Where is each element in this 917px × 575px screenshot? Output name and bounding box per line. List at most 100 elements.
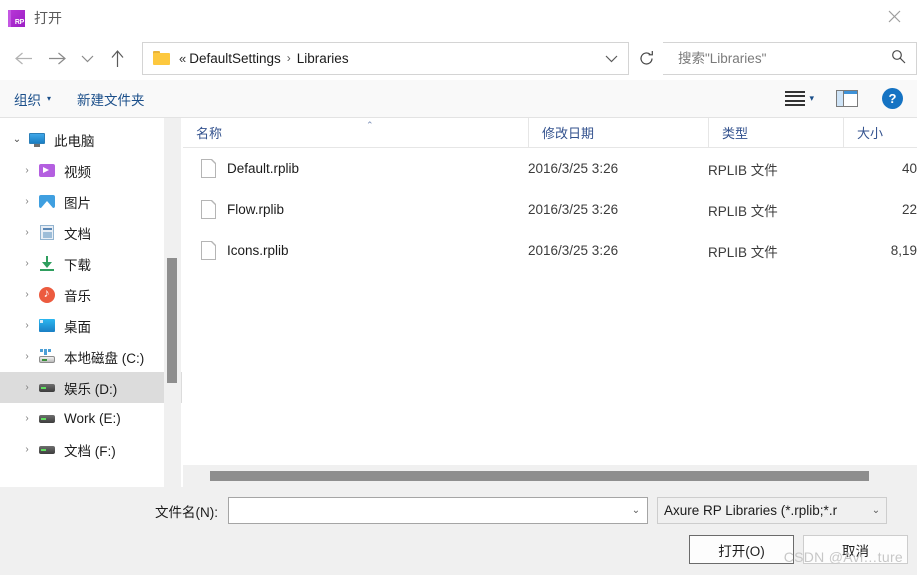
sidebar-item-pictures[interactable]: › 图片 [0,186,182,217]
expander-icon[interactable]: ⌄ [6,134,28,145]
preview-pane-icon[interactable] [836,90,858,107]
chevron-down-icon[interactable]: ⌄ [625,505,647,516]
file-icon [201,240,217,260]
refresh-icon[interactable] [629,42,663,75]
scrollbar-thumb[interactable] [210,471,869,481]
sidebar-item-label: 文档 [64,226,91,242]
expander-icon[interactable]: › [16,196,38,207]
sidebar-item-label: 音乐 [64,288,91,304]
sidebar-item-videos[interactable]: › 视频 [0,155,182,186]
help-icon[interactable]: ? [882,88,903,109]
address-dropdown-icon[interactable] [594,43,628,74]
file-name-label: Icons.rplib [227,243,289,258]
sidebar-item-label: 下载 [64,257,91,273]
sort-ascending-icon: ⌃ [366,119,374,130]
expander-icon[interactable]: › [16,413,38,424]
filename-label: 文件名(N): [155,504,218,520]
column-header-size[interactable]: 大小 [843,117,917,148]
folder-icon [153,51,170,65]
file-type-filter-value: Axure RP Libraries (*.rplib;*.r [664,503,838,518]
breadcrumb-item-defaultsettings[interactable]: DefaultSettings [189,51,281,66]
cancel-button[interactable]: 取消 [803,535,908,564]
recent-locations-button[interactable] [74,41,100,75]
expander-icon[interactable]: › [16,444,38,455]
expander-icon[interactable]: › [16,227,38,238]
table-row[interactable]: Icons.rplib 2016/3/25 3:26 RPLIB 文件 8,19 [183,230,917,271]
table-row[interactable]: Flow.rplib 2016/3/25 3:26 RPLIB 文件 22 [183,189,917,230]
drive-icon [38,379,56,397]
column-header-type[interactable]: 类型 [708,117,843,148]
file-type-filter-dropdown[interactable]: Axure RP Libraries (*.rplib;*.r ⌄ [657,497,887,524]
file-icon [201,199,217,219]
video-icon [38,162,56,180]
sidebar-item-entertainment-d[interactable]: › 娱乐 (D:) [0,372,182,403]
file-rows: Default.rplib 2016/3/25 3:26 RPLIB 文件 40… [183,148,917,487]
dialog-body: ⌄ 此电脑 › 视频 › 图片 › 文档 › 下载 › ♪ 音乐 › 桌面 › … [0,117,917,487]
column-header-date[interactable]: 修改日期 [528,117,708,148]
button-row: 打开(O) 取消 [0,524,917,564]
address-bar[interactable]: « DefaultSettings › Libraries [142,41,629,75]
sidebar-item-this-pc[interactable]: ⌄ 此电脑 [0,124,182,155]
file-date-cell: 2016/3/25 3:26 [528,243,619,258]
command-bar: 组织 ▾ 新建文件夹 ▾ ? [0,80,917,118]
breadcrumb: « DefaultSettings › Libraries [179,51,349,66]
navigation-pane: ⌄ 此电脑 › 视频 › 图片 › 文档 › 下载 › ♪ 音乐 › 桌面 › … [0,118,183,487]
expander-icon[interactable]: › [16,258,38,269]
sidebar-item-work-e[interactable]: › Work (E:) [0,403,182,434]
folder-tree: ⌄ 此电脑 › 视频 › 图片 › 文档 › 下载 › ♪ 音乐 › 桌面 › … [0,118,182,465]
close-icon[interactable] [871,0,917,33]
dialog-footer: 文件名(N): ⌄ Axure RP Libraries (*.rplib;*.… [0,487,917,575]
file-size-cell: 40 [901,161,917,176]
sidebar-item-label: 文档 (F:) [64,443,116,459]
sidebar-vertical-scrollbar[interactable] [164,118,181,487]
breadcrumb-item-libraries[interactable]: Libraries [297,51,349,66]
sidebar-item-desktop[interactable]: › 桌面 [0,310,182,341]
search-box[interactable] [663,41,917,75]
file-size-cell: 8,19 [890,243,917,258]
sidebar-item-local-disk-c[interactable]: › 本地磁盘 (C:) [0,341,182,372]
new-folder-button[interactable]: 新建文件夹 [77,89,145,109]
file-name-cell: Icons.rplib [183,240,528,260]
file-type-cell: RPLIB 文件 [708,244,778,260]
file-name-label: Default.rplib [227,161,300,176]
navigation-bar: « DefaultSettings › Libraries [0,36,917,80]
file-name-cell: Flow.rplib [183,199,528,219]
sidebar-item-downloads[interactable]: › 下载 [0,248,182,279]
organize-label: 组织 [14,92,41,108]
downloads-icon [38,255,56,273]
back-button[interactable] [6,41,40,75]
filename-input[interactable] [229,503,625,518]
open-button[interactable]: 打开(O) [689,535,794,564]
forward-button[interactable] [40,41,74,75]
column-header-name[interactable]: 名称 ⌃ [183,118,528,148]
chevron-down-icon[interactable]: ⌄ [866,505,886,516]
breadcrumb-overflow[interactable]: « [179,51,186,66]
expander-icon[interactable]: › [16,351,38,362]
column-header-label: 类型 [722,126,749,141]
expander-icon[interactable]: › [16,289,38,300]
up-button[interactable] [100,41,134,75]
column-header-label: 大小 [857,126,884,141]
sidebar-item-documents[interactable]: › 文档 [0,217,182,248]
column-header-label: 名称 [196,126,223,141]
file-list-horizontal-scrollbar[interactable] [183,465,917,487]
organize-button[interactable]: 组织 ▾ [14,89,51,109]
expander-icon[interactable]: › [16,382,38,393]
filename-combobox[interactable]: ⌄ [228,497,648,524]
sidebar-item-documents-f[interactable]: › 文档 (F:) [0,434,182,465]
view-chevron-down-icon[interactable]: ▾ [809,93,814,104]
expander-icon[interactable]: › [16,165,38,176]
sidebar-item-music[interactable]: › 音乐 [0,279,182,310]
search-input[interactable] [676,49,885,67]
title-bar: RP 打开 [0,0,917,36]
expander-icon[interactable]: › [16,320,38,331]
table-row[interactable]: Default.rplib 2016/3/25 3:26 RPLIB 文件 40 [183,148,917,189]
scrollbar-thumb[interactable] [167,258,177,383]
axure-rp-app-icon: RP [8,9,25,27]
chevron-down-icon: ▾ [47,94,52,103]
app-icon-label: RP [14,18,24,26]
list-view-icon[interactable] [785,90,806,107]
music-icon [38,286,56,304]
column-header-label: 修改日期 [542,126,595,141]
system-drive-icon [38,348,56,366]
